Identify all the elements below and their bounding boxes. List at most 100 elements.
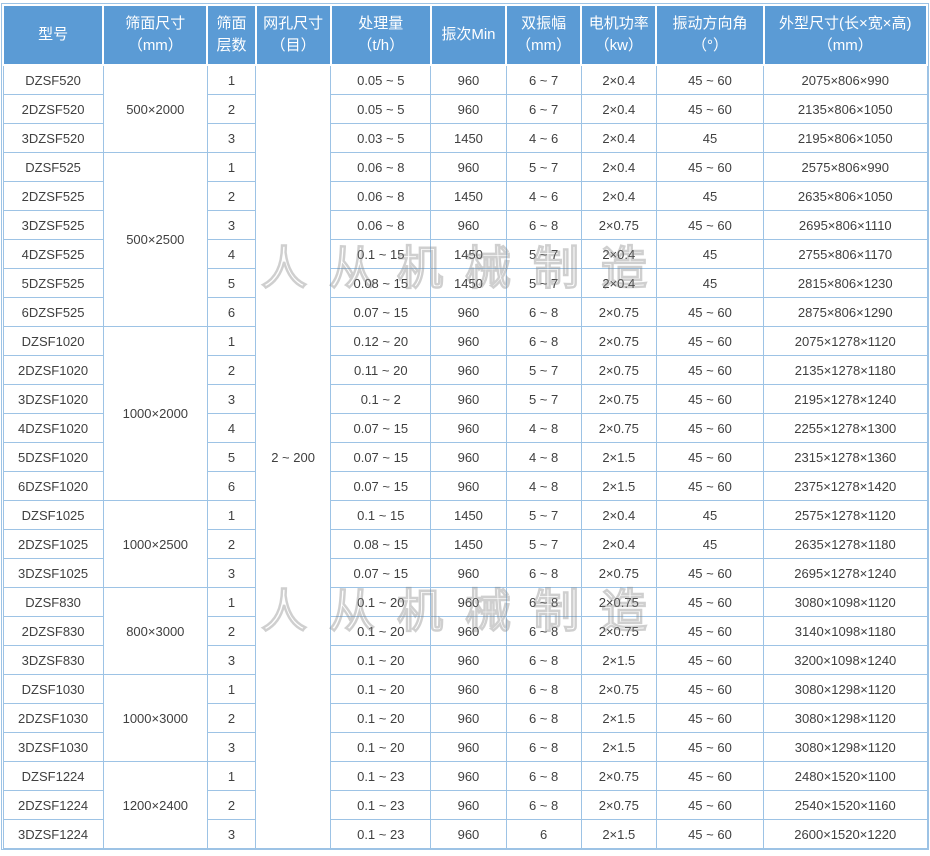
angle-cell: 45 ~ 60 xyxy=(656,704,763,733)
table-row: DZSF10301000×300010.1 ~ 209606 ~ 82×0.75… xyxy=(3,675,927,704)
model-cell: 2DZSF1025 xyxy=(3,530,103,559)
frequency-cell: 1450 xyxy=(431,182,506,211)
model-cell: 3DZSF830 xyxy=(3,646,103,675)
power-cell: 2×1.5 xyxy=(581,733,656,762)
column-header-6: 双振幅 （mm） xyxy=(506,5,581,65)
header-row: 型号筛面尺寸 （mm）筛面 层数网孔尺寸 （目）处理量 （t/h）振次Min双振… xyxy=(3,5,927,65)
power-cell: 2×0.75 xyxy=(581,559,656,588)
table-row: DZSF520500×200012 ~ 2000.05 ~ 59606 ~ 72… xyxy=(3,65,927,95)
model-cell: 3DZSF520 xyxy=(3,124,103,153)
power-cell: 2×0.75 xyxy=(581,675,656,704)
capacity-cell: 0.1 ~ 20 xyxy=(331,704,431,733)
dimensions-cell: 2075×806×990 xyxy=(764,65,927,95)
dimensions-cell: 2600×1520×1220 xyxy=(764,820,927,849)
column-header-1: 筛面尺寸 （mm） xyxy=(103,5,207,65)
power-cell: 2×0.75 xyxy=(581,385,656,414)
table-row: DZSF12241200×240010.1 ~ 239606 ~ 82×0.75… xyxy=(3,762,927,791)
dimensions-cell: 2635×806×1050 xyxy=(764,182,927,211)
power-cell: 2×0.4 xyxy=(581,530,656,559)
model-cell: 3DZSF525 xyxy=(3,211,103,240)
layers-cell: 3 xyxy=(207,211,255,240)
dimensions-cell: 2135×806×1050 xyxy=(764,95,927,124)
capacity-cell: 0.1 ~ 20 xyxy=(331,588,431,617)
layers-cell: 1 xyxy=(207,153,255,182)
screen-size-cell: 500×2500 xyxy=(103,153,207,327)
dimensions-cell: 3080×1098×1120 xyxy=(764,588,927,617)
table-row: DZSF10201000×200010.12 ~ 209606 ~ 82×0.7… xyxy=(3,327,927,356)
layers-cell: 2 xyxy=(207,791,255,820)
capacity-cell: 0.06 ~ 8 xyxy=(331,182,431,211)
amplitude-cell: 6 ~ 8 xyxy=(506,617,581,646)
dimensions-cell: 3080×1298×1120 xyxy=(764,675,927,704)
angle-cell: 45 ~ 60 xyxy=(656,298,763,327)
frequency-cell: 960 xyxy=(431,327,506,356)
layers-cell: 3 xyxy=(207,124,255,153)
amplitude-cell: 5 ~ 7 xyxy=(506,153,581,182)
frequency-cell: 960 xyxy=(431,733,506,762)
angle-cell: 45 ~ 60 xyxy=(656,95,763,124)
dimensions-cell: 3080×1298×1120 xyxy=(764,733,927,762)
model-cell: 5DZSF525 xyxy=(3,269,103,298)
frequency-cell: 1450 xyxy=(431,269,506,298)
amplitude-cell: 4 ~ 8 xyxy=(506,414,581,443)
dimensions-cell: 2075×1278×1120 xyxy=(764,327,927,356)
power-cell: 2×0.4 xyxy=(581,153,656,182)
capacity-cell: 0.1 ~ 20 xyxy=(331,617,431,646)
power-cell: 2×1.5 xyxy=(581,820,656,849)
model-cell: 2DZSF520 xyxy=(3,95,103,124)
screen-size-cell: 1000×3000 xyxy=(103,675,207,762)
angle-cell: 45 ~ 60 xyxy=(656,675,763,704)
capacity-cell: 0.1 ~ 23 xyxy=(331,820,431,849)
dimensions-cell: 2375×1278×1420 xyxy=(764,472,927,501)
amplitude-cell: 6 ~ 8 xyxy=(506,675,581,704)
power-cell: 2×1.5 xyxy=(581,472,656,501)
dimensions-cell: 2480×1520×1100 xyxy=(764,762,927,791)
layers-cell: 2 xyxy=(207,530,255,559)
angle-cell: 45 ~ 60 xyxy=(656,65,763,95)
layers-cell: 1 xyxy=(207,588,255,617)
angle-cell: 45 ~ 60 xyxy=(656,356,763,385)
amplitude-cell: 4 ~ 6 xyxy=(506,182,581,211)
angle-cell: 45 xyxy=(656,240,763,269)
amplitude-cell: 5 ~ 7 xyxy=(506,240,581,269)
column-header-4: 处理量 （t/h） xyxy=(331,5,431,65)
layers-cell: 1 xyxy=(207,327,255,356)
table-row: DZSF830800×300010.1 ~ 209606 ~ 82×0.7545… xyxy=(3,588,927,617)
amplitude-cell: 6 ~ 8 xyxy=(506,588,581,617)
angle-cell: 45 ~ 60 xyxy=(656,211,763,240)
amplitude-cell: 4 ~ 8 xyxy=(506,443,581,472)
frequency-cell: 1450 xyxy=(431,124,506,153)
layers-cell: 3 xyxy=(207,733,255,762)
dimensions-cell: 2195×806×1050 xyxy=(764,124,927,153)
frequency-cell: 960 xyxy=(431,356,506,385)
layers-cell: 5 xyxy=(207,443,255,472)
frequency-cell: 1450 xyxy=(431,240,506,269)
dimensions-cell: 2315×1278×1360 xyxy=(764,443,927,472)
dimensions-cell: 2575×1278×1120 xyxy=(764,501,927,530)
angle-cell: 45 ~ 60 xyxy=(656,617,763,646)
capacity-cell: 0.06 ~ 8 xyxy=(331,153,431,182)
frequency-cell: 960 xyxy=(431,385,506,414)
capacity-cell: 0.11 ~ 20 xyxy=(331,356,431,385)
capacity-cell: 0.1 ~ 23 xyxy=(331,762,431,791)
model-cell: 2DZSF1020 xyxy=(3,356,103,385)
power-cell: 2×1.5 xyxy=(581,646,656,675)
power-cell: 2×0.75 xyxy=(581,327,656,356)
dimensions-cell: 3140×1098×1180 xyxy=(764,617,927,646)
screen-size-cell: 1200×2400 xyxy=(103,762,207,849)
model-cell: DZSF520 xyxy=(3,65,103,95)
amplitude-cell: 5 ~ 7 xyxy=(506,501,581,530)
amplitude-cell: 6 ~ 8 xyxy=(506,704,581,733)
angle-cell: 45 ~ 60 xyxy=(656,559,763,588)
amplitude-cell: 6 ~ 8 xyxy=(506,559,581,588)
amplitude-cell: 5 ~ 7 xyxy=(506,385,581,414)
dimensions-cell: 2255×1278×1300 xyxy=(764,414,927,443)
amplitude-cell: 6 ~ 8 xyxy=(506,646,581,675)
angle-cell: 45 ~ 60 xyxy=(656,327,763,356)
angle-cell: 45 xyxy=(656,501,763,530)
layers-cell: 2 xyxy=(207,704,255,733)
model-cell: DZSF1030 xyxy=(3,675,103,704)
angle-cell: 45 xyxy=(656,182,763,211)
layers-cell: 3 xyxy=(207,385,255,414)
power-cell: 2×0.4 xyxy=(581,182,656,211)
